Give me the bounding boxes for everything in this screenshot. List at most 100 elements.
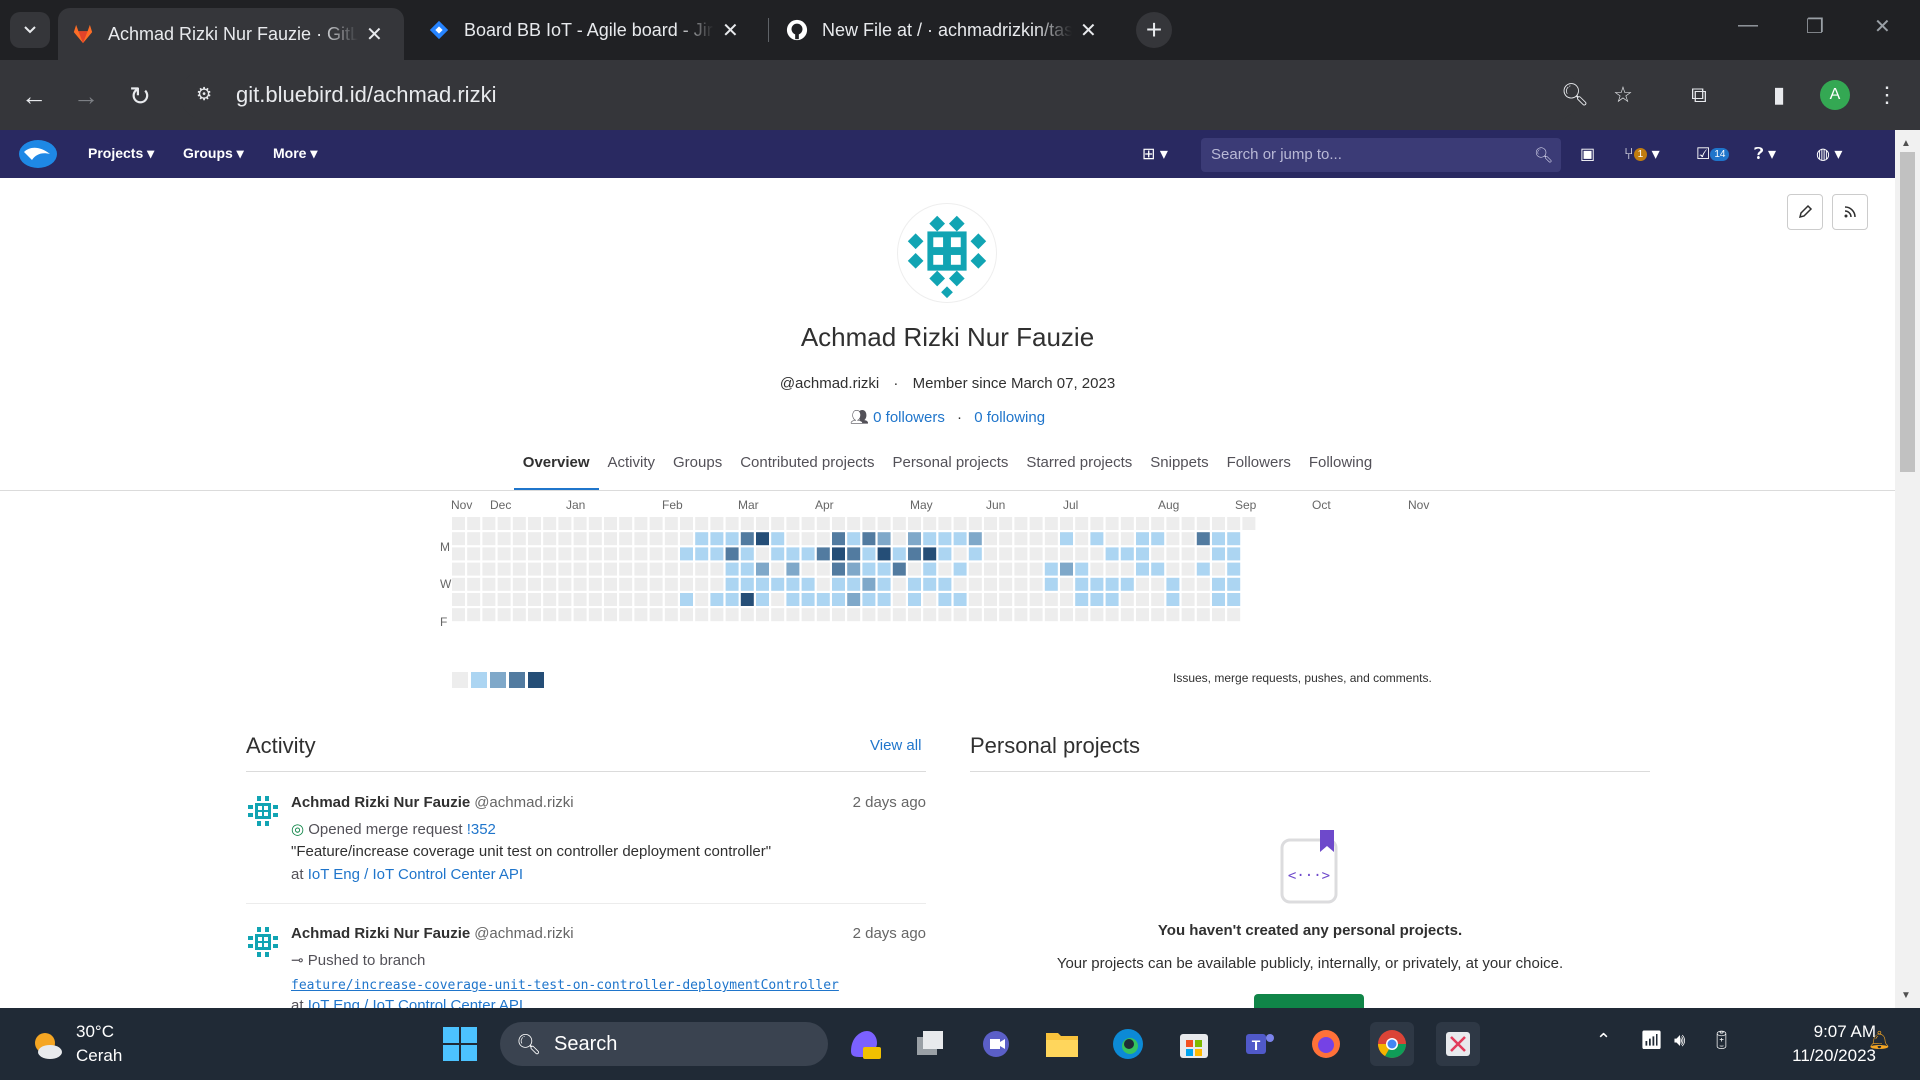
meet-chat-icon[interactable] (974, 1022, 1018, 1066)
calendar-day-cell[interactable] (680, 608, 693, 622)
calendar-day-cell[interactable] (1090, 562, 1104, 576)
calendar-day-cell[interactable] (953, 547, 967, 561)
calendar-day-cell[interactable] (1075, 608, 1089, 622)
calendar-day-cell[interactable] (1151, 562, 1165, 576)
microsoft-store-icon[interactable] (1172, 1022, 1216, 1066)
calendar-day-cell[interactable] (634, 577, 648, 591)
calendar-day-cell[interactable] (847, 547, 861, 561)
event-author[interactable]: Achmad Rizki Nur Fauzie @achmad.rizki (291, 925, 574, 942)
forward-icon[interactable]: → (66, 76, 106, 116)
calendar-day-cell[interactable] (786, 547, 800, 561)
calendar-day-cell[interactable] (619, 608, 633, 622)
calendar-day-cell[interactable] (710, 532, 724, 546)
bookmark-star-icon[interactable]: ☆ (1608, 82, 1638, 108)
calendar-day-cell[interactable] (1060, 577, 1073, 591)
calendar-day-cell[interactable] (740, 562, 754, 576)
calendar-day-cell[interactable] (725, 547, 739, 561)
calendar-day-cell[interactable] (1151, 577, 1165, 591)
calendar-day-cell[interactable] (558, 577, 572, 591)
calendar-day-cell[interactable] (680, 517, 693, 530)
calendar-day-cell[interactable] (968, 517, 982, 530)
calendar-day-cell[interactable] (649, 593, 663, 606)
calendar-day-cell[interactable] (604, 547, 617, 561)
merge-requests-icon[interactable]: ⑂ 1 ▾ (1624, 144, 1660, 164)
calendar-day-cell[interactable] (999, 547, 1013, 561)
calendar-day-cell[interactable] (1075, 532, 1089, 546)
calendar-day-cell[interactable] (1044, 593, 1058, 606)
calendar-day-cell[interactable] (725, 532, 739, 546)
calendar-day-cell[interactable] (604, 562, 617, 576)
calendar-day-cell[interactable] (1060, 608, 1073, 622)
calendar-day-cell[interactable] (1120, 532, 1134, 546)
calendar-day-cell[interactable] (497, 517, 511, 530)
calendar-day-cell[interactable] (908, 577, 921, 591)
calendar-day-cell[interactable] (528, 577, 541, 591)
calendar-day-cell[interactable] (543, 577, 557, 591)
calendar-day-cell[interactable] (1120, 547, 1134, 561)
tab-contributed-projects[interactable]: Contributed projects (731, 452, 883, 490)
calendar-day-cell[interactable] (908, 608, 921, 622)
calendar-day-cell[interactable] (558, 562, 572, 576)
calendar-day-cell[interactable] (999, 577, 1013, 591)
calendar-day-cell[interactable] (588, 562, 602, 576)
calendar-day-cell[interactable] (543, 593, 557, 606)
calendar-day-cell[interactable] (1212, 547, 1225, 561)
calendar-day-cell[interactable] (604, 532, 617, 546)
calendar-day-cell[interactable] (801, 547, 815, 561)
calendar-day-cell[interactable] (543, 547, 557, 561)
calendar-day-cell[interactable] (1227, 608, 1241, 622)
taskbar-search[interactable]: 🔍︎ Search (500, 1022, 828, 1066)
calendar-day-cell[interactable] (1075, 517, 1089, 530)
calendar-day-cell[interactable] (1029, 547, 1043, 561)
calendar-day-cell[interactable] (953, 562, 967, 576)
calendar-day-cell[interactable] (938, 593, 952, 606)
extensions-icon[interactable]: ⧉ (1684, 82, 1714, 108)
calendar-day-cell[interactable] (771, 517, 785, 530)
calendar-day-cell[interactable] (1166, 577, 1180, 591)
calendar-day-cell[interactable] (1060, 547, 1073, 561)
calendar-day-cell[interactable] (680, 593, 693, 606)
following-link[interactable]: 0 following (974, 409, 1045, 426)
calendar-day-cell[interactable] (1120, 608, 1134, 622)
calendar-day-cell[interactable] (1181, 562, 1195, 576)
calendar-day-cell[interactable] (801, 517, 815, 530)
calendar-day-cell[interactable] (1090, 608, 1104, 622)
calendar-day-cell[interactable] (1029, 577, 1043, 591)
calendar-day-cell[interactable] (649, 547, 663, 561)
calendar-day-cell[interactable] (1151, 517, 1165, 530)
calendar-day-cell[interactable] (528, 593, 541, 606)
calendar-day-cell[interactable] (984, 517, 997, 530)
calendar-day-cell[interactable] (877, 562, 891, 576)
calendar-day-cell[interactable] (1105, 593, 1119, 606)
teams-icon[interactable]: T (1238, 1022, 1282, 1066)
calendar-day-cell[interactable] (1060, 593, 1073, 606)
calendar-day-cell[interactable] (1242, 517, 1256, 530)
help-icon[interactable]: ❓︎ ▾ (1754, 144, 1776, 164)
calendar-day-cell[interactable] (1014, 547, 1028, 561)
calendar-day-cell[interactable] (1227, 577, 1241, 591)
calendar-day-cell[interactable] (619, 562, 633, 576)
calendar-day-cell[interactable] (512, 547, 526, 561)
calendar-day-cell[interactable] (619, 593, 633, 606)
calendar-day-cell[interactable] (573, 577, 587, 591)
calendar-day-cell[interactable] (1166, 562, 1180, 576)
event-avatar[interactable] (246, 794, 280, 828)
tab-starred-projects[interactable]: Starred projects (1017, 452, 1141, 490)
followers-link[interactable]: 0 followers (873, 409, 945, 426)
calendar-day-cell[interactable] (664, 517, 678, 530)
calendar-day-cell[interactable] (847, 517, 861, 530)
calendar-day-cell[interactable] (999, 608, 1013, 622)
calendar-day-cell[interactable] (816, 532, 830, 546)
calendar-day-cell[interactable] (452, 562, 465, 576)
calendar-day-cell[interactable] (588, 547, 602, 561)
calendar-day-cell[interactable] (649, 608, 663, 622)
calendar-day-cell[interactable] (664, 593, 678, 606)
calendar-day-cell[interactable] (634, 562, 648, 576)
calendar-day-cell[interactable] (634, 593, 648, 606)
side-panel-icon[interactable]: ▮ (1764, 82, 1794, 108)
calendar-day-cell[interactable] (452, 547, 465, 561)
calendar-day-cell[interactable] (634, 517, 648, 530)
calendar-day-cell[interactable] (938, 532, 952, 546)
event-avatar[interactable] (246, 925, 280, 959)
calendar-day-cell[interactable] (664, 532, 678, 546)
